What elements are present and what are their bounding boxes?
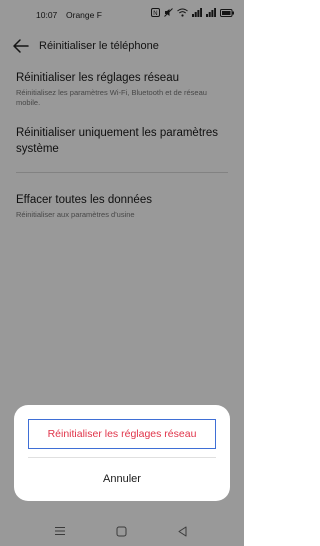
menu-icon xyxy=(55,527,65,535)
back-triangle-icon xyxy=(178,526,186,536)
navigation-bar xyxy=(0,516,244,546)
nav-back-button[interactable] xyxy=(174,524,190,538)
sheet-divider xyxy=(28,457,216,458)
confirm-reset-network-button[interactable]: Réinitialiser les réglages réseau xyxy=(28,419,216,449)
cancel-button[interactable]: Annuler xyxy=(14,465,230,493)
reset-confirm-sheet: Réinitialiser les réglages réseau Annule… xyxy=(14,405,230,501)
nav-menu-button[interactable] xyxy=(52,524,68,538)
screen: 10:07 Orange F N Réinitialiser le téléph… xyxy=(0,0,244,546)
nav-home-button[interactable] xyxy=(113,524,129,538)
home-square-icon xyxy=(116,526,126,536)
